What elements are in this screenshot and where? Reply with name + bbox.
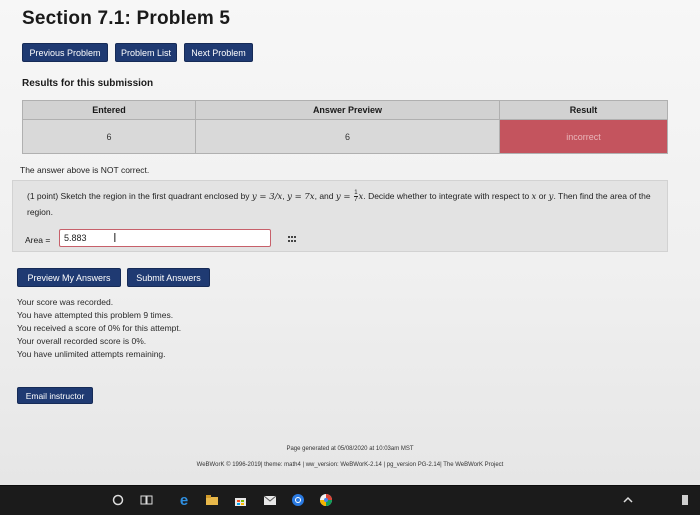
fraction-denominator: 7	[354, 197, 358, 204]
equation-editor-grid-icon[interactable]	[288, 236, 297, 243]
windows-taskbar: e	[0, 485, 700, 515]
status-line: You have attempted this problem 9 times.	[17, 310, 174, 320]
score-status: Your score was recorded. You have attemp…	[17, 296, 181, 361]
page-title: Section 7.1: Problem 5	[22, 8, 231, 29]
status-line: You have unlimited attempts remaining.	[17, 349, 166, 359]
problem-middle: . Decide whether to integrate with respe…	[363, 191, 532, 201]
start-circle-icon[interactable]	[110, 492, 126, 508]
text-cursor-icon: I	[113, 230, 117, 245]
column-header-result: Result	[498, 100, 669, 120]
preview-answers-button[interactable]: Preview My Answers	[17, 268, 121, 287]
or-text: or	[536, 191, 549, 201]
problem-text: (1 point) Sketch the region in the first…	[27, 189, 657, 220]
fraction: 17	[354, 190, 358, 204]
table-row: 6 6 incorrect	[22, 119, 669, 154]
fraction-numerator: 1	[354, 190, 358, 198]
email-instructor-button[interactable]: Email instructor	[17, 387, 93, 404]
edge-browser-icon[interactable]: e	[176, 492, 192, 509]
result-cell: incorrect	[498, 119, 669, 154]
results-table: Entered Answer Preview Result 6 6 incorr…	[22, 100, 669, 154]
equation-1: y = 3/x	[251, 192, 283, 202]
next-problem-button[interactable]: Next Problem	[184, 43, 253, 62]
column-header-answer-preview: Answer Preview	[194, 100, 500, 120]
answer-preview-cell: 6	[194, 119, 500, 154]
credits-footer: WeBWorK © 1996-2019| theme: math4 | ww_v…	[196, 462, 504, 468]
chevron-up-icon[interactable]	[620, 492, 636, 508]
separator-2: , and	[314, 191, 336, 201]
equation-3-lhs: y =	[335, 192, 354, 202]
area-label: Area =	[25, 235, 51, 245]
area-answer-input[interactable]	[59, 229, 271, 247]
problem-statement-box: (1 point) Sketch the region in the first…	[12, 180, 668, 252]
results-heading: Results for this submission	[22, 78, 154, 89]
show-desktop-icon[interactable]	[680, 492, 690, 508]
status-line: Your overall recorded score is 0%.	[17, 336, 147, 346]
status-line: You received a score of 0% for this atte…	[17, 323, 182, 333]
file-explorer-icon[interactable]	[204, 492, 220, 508]
chrome-icon[interactable]	[290, 492, 306, 508]
column-header-entered: Entered	[22, 100, 196, 120]
webwork-page: Section 7.1: Problem 5 Previous Problem …	[0, 0, 700, 485]
status-line: Your score was recorded.	[17, 297, 114, 307]
equation-2: y = 7x	[287, 192, 315, 202]
entered-cell: 6	[22, 119, 196, 154]
mail-icon[interactable]	[262, 492, 278, 508]
store-bag-icon[interactable]	[232, 492, 248, 508]
submit-answers-button[interactable]: Submit Answers	[127, 268, 210, 287]
previous-problem-button[interactable]: Previous Problem	[22, 43, 108, 62]
problem-prefix: (1 point) Sketch the region in the first…	[27, 191, 252, 201]
feedback-message: The answer above is NOT correct.	[20, 165, 150, 175]
problem-list-button[interactable]: Problem List	[115, 43, 177, 62]
task-view-icon[interactable]	[138, 492, 154, 508]
photos-icon[interactable]	[318, 492, 334, 508]
page-generated-footer: Page generated at 05/08/2020 at 10:03am …	[286, 446, 414, 452]
